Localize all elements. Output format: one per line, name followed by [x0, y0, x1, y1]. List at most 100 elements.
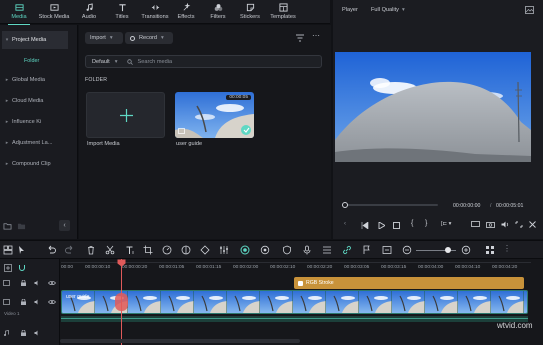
- list-icon[interactable]: [322, 245, 332, 255]
- video-filmstrip: [62, 291, 527, 313]
- sort-label[interactable]: Default: [92, 59, 110, 65]
- ruler-label: 00:00:04:00: [418, 265, 444, 270]
- ruler-label: 00:00:01:15: [196, 265, 222, 270]
- chevron-right-icon: ▸: [5, 119, 9, 125]
- ai-tools-icon[interactable]: [260, 245, 270, 255]
- render-icon[interactable]: [240, 245, 250, 255]
- camera-icon[interactable]: [486, 221, 495, 228]
- tab-effects[interactable]: Effects: [169, 2, 203, 23]
- previous-frame-icon[interactable]: [361, 222, 369, 229]
- audio-mute-icon[interactable]: [34, 299, 41, 305]
- audio-mute-icon[interactable]: [34, 280, 41, 286]
- mark-out-icon[interactable]: {: [411, 220, 413, 227]
- import-media-card[interactable]: [86, 92, 165, 138]
- snapshot-icon[interactable]: [525, 6, 534, 14]
- tab-titles[interactable]: Titles: [105, 2, 139, 23]
- fit-icon[interactable]: [515, 221, 523, 228]
- new-folder-icon[interactable]: [3, 222, 12, 230]
- play-icon[interactable]: [378, 222, 385, 229]
- lock-icon[interactable]: [20, 330, 27, 336]
- eye-icon[interactable]: [48, 280, 56, 286]
- chevron-down-icon: ▾: [401, 7, 405, 13]
- stop-icon[interactable]: [393, 222, 400, 229]
- adjust-icon[interactable]: [219, 245, 229, 255]
- tab-stock-media[interactable]: Stock Media: [37, 2, 71, 23]
- video-clip[interactable]: user guide: [61, 290, 528, 314]
- ruler-line: [61, 262, 531, 263]
- folder-icon[interactable]: [17, 222, 26, 230]
- display-icon[interactable]: [471, 221, 480, 228]
- sidebar-item-influence-kit[interactable]: ▸ Influence Ki: [2, 113, 68, 131]
- sidebar-item-adjustment-layer[interactable]: ▸ Adjustment La...: [2, 134, 68, 152]
- more-options-icon[interactable]: ⋮: [503, 244, 511, 253]
- select-icon[interactable]: [17, 245, 27, 255]
- delete-icon[interactable]: [86, 245, 96, 255]
- zoom-slider-handle[interactable]: [445, 247, 451, 253]
- crop-icon[interactable]: [143, 245, 153, 255]
- color-icon[interactable]: [181, 245, 191, 255]
- sidebar-item-project-media[interactable]: ▾ Project Media: [2, 31, 68, 49]
- magnet-icon[interactable]: [18, 264, 26, 272]
- volume-icon[interactable]: [501, 221, 509, 228]
- sidebar-item-compound-clip[interactable]: ▸ Compound Clip: [2, 155, 68, 173]
- zoom-out-icon[interactable]: [402, 245, 412, 255]
- quality-dropdown[interactable]: Full Quality ▾: [371, 7, 405, 13]
- sidebar-item-folder[interactable]: Folder: [2, 52, 68, 70]
- mic-icon[interactable]: [302, 245, 312, 255]
- tab-stickers[interactable]: Stickers: [233, 2, 267, 23]
- track-type-icon: [3, 299, 10, 305]
- more-options-icon[interactable]: ⋯: [312, 31, 320, 40]
- playback-scrubber[interactable]: [342, 202, 348, 208]
- lock-icon[interactable]: [20, 299, 27, 305]
- tab-templates[interactable]: Templates: [266, 2, 300, 23]
- crop-dropdown[interactable]: [⊏ ▾: [441, 221, 451, 227]
- tab-label: Titles: [115, 14, 129, 20]
- tab-filters[interactable]: Filters: [201, 2, 235, 23]
- mark-out-right-icon[interactable]: }: [425, 220, 427, 227]
- ruler-label: 00:00:00:10: [85, 265, 111, 270]
- chevron-down-icon: ▾: [5, 37, 9, 43]
- record-dropdown[interactable]: Record ▾: [125, 32, 173, 44]
- grid-view-icon[interactable]: [485, 245, 495, 255]
- redo-icon[interactable]: [65, 245, 75, 255]
- zoom-in-icon[interactable]: [461, 245, 471, 255]
- playback-progress-track[interactable]: [343, 204, 438, 206]
- timeline-scrollbar[interactable]: [60, 339, 300, 343]
- music-note-icon: [4, 330, 9, 336]
- effect-clip[interactable]: RGB Stroke: [294, 277, 524, 289]
- eye-icon[interactable]: [48, 299, 56, 305]
- mark-in-icon[interactable]: ‹: [344, 221, 346, 227]
- search-input[interactable]: Search media: [138, 59, 173, 65]
- fullscreen-icon[interactable]: [529, 221, 536, 228]
- audio-mute-icon[interactable]: [34, 330, 41, 336]
- record-label: Record: [139, 35, 158, 41]
- tab-media[interactable]: Media: [2, 2, 36, 25]
- keyframe-icon[interactable]: [200, 245, 210, 255]
- link-icon[interactable]: [342, 245, 352, 255]
- sidebar-item-cloud-media[interactable]: ▸ Cloud Media: [2, 92, 68, 110]
- fit-timeline-icon[interactable]: [382, 245, 392, 255]
- marker-icon[interactable]: [362, 245, 372, 255]
- top-toolbar: Media Stock Media Audio Titles Transitio…: [0, 0, 330, 25]
- media-sidebar: ▾ Project Media Folder ▸ Global Media ▸ …: [0, 25, 78, 239]
- tab-transitions[interactable]: Transitions: [138, 2, 172, 23]
- filter-icon[interactable]: [295, 34, 305, 42]
- text-tool-icon[interactable]: [125, 245, 135, 255]
- import-dropdown[interactable]: Import ▾: [85, 32, 123, 44]
- media-icon: [14, 4, 24, 11]
- tab-audio[interactable]: Audio: [72, 2, 106, 23]
- tab-label: Stickers: [240, 14, 260, 20]
- sidebar-item-global-media[interactable]: ▸ Global Media: [2, 71, 68, 89]
- undo-icon[interactable]: [46, 245, 56, 255]
- speed-icon[interactable]: [162, 245, 172, 255]
- sidebar-item-label: Folder: [24, 58, 40, 64]
- media-thumbnail-card[interactable]: 00:00:05: [175, 92, 254, 138]
- scissors-icon[interactable]: [105, 245, 115, 255]
- lock-icon[interactable]: [20, 280, 27, 286]
- search-icon: [126, 58, 133, 65]
- layout-icon[interactable]: [3, 245, 13, 255]
- collapse-sidebar-button[interactable]: ‹: [59, 220, 70, 231]
- shield-icon[interactable]: [282, 245, 292, 255]
- playhead-handle-icon[interactable]: [117, 259, 126, 267]
- add-track-icon[interactable]: [4, 264, 12, 272]
